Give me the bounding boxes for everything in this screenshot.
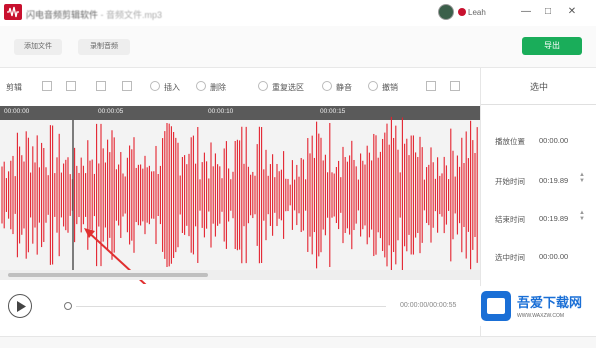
seek-handle[interactable] [64,302,72,310]
play-button[interactable] [8,294,32,318]
end-time-label: 结束时间 [495,215,525,224]
transport-bar: 00:00:00/00:00:55 [0,284,480,328]
watermark-title: 吾爱下载网 [517,295,583,310]
tool-insert[interactable]: 插入 [164,82,180,93]
divider [481,104,596,105]
zoom-out-icon[interactable] [450,81,460,91]
mute-icon [322,81,332,91]
repeat-icon [258,81,268,91]
window-title: 闪电音频剪辑软件 - 音频文件.mp3 [26,10,163,20]
end-time-field[interactable]: 00:19.89 [539,214,568,223]
undo-icon[interactable] [42,81,52,91]
watermark-logo-icon [481,291,511,321]
record-audio-button[interactable]: 录制音频 [78,39,130,55]
play-icon [17,301,26,312]
close-button[interactable]: ✕ [566,6,578,18]
start-time-field[interactable]: 00:19.89 [539,176,568,185]
delete-icon [196,81,206,91]
time-ruler[interactable]: 00:00:00 00:00:05 00:00:10 00:00:15 [0,106,480,120]
waveform[interactable] [0,116,480,319]
start-time-stepper[interactable]: ▲ ▼ [579,172,587,184]
bottom-bar [0,336,596,348]
ruler-label: 00:00:10 [208,108,234,115]
play-position-label: 播放位置 [495,137,525,146]
maximize-button[interactable]: □ [542,6,554,18]
user-avatar[interactable] [438,4,454,20]
export-button[interactable]: 导出 [522,37,582,55]
horizontal-scrollbar[interactable] [0,270,480,280]
tool-repeat-selection[interactable]: 重复选区 [272,82,304,93]
main-toolbar: 添加文件 录制音频 导出 [0,26,596,68]
user-name[interactable]: Leah [468,8,486,17]
panel-title: 选中 [529,82,548,92]
tool-undo[interactable]: 撤销 [382,82,398,93]
redo-icon[interactable] [66,81,76,91]
insert-icon [150,81,160,91]
seek-track[interactable] [76,306,386,307]
ruler-label: 00:00:15 [320,108,346,115]
tool-cut[interactable]: 剪辑 [6,82,22,93]
vip-badge-icon [458,8,466,16]
play-position-value: 00:00.00 [539,136,569,145]
app-logo-icon [4,4,22,20]
watermark-subtitle: WWW.WAXZW.COM [517,313,565,319]
waveform-area[interactable] [0,116,480,319]
tool-delete[interactable]: 删除 [210,82,226,93]
time-readout: 00:00:00/00:00:55 [400,302,457,309]
ruler-label: 00:00:00 [4,108,30,115]
history-icon [368,81,378,91]
start-time-label: 开始时间 [495,177,525,186]
add-file-button[interactable]: 添加文件 [14,39,62,55]
site-watermark: 吾爱下载网 WWW.WAXZW.COM [477,286,593,326]
crop-icon[interactable] [122,81,132,91]
zoom-in-icon[interactable] [426,81,436,91]
selected-time-label: 选中时间 [495,253,525,262]
end-time-stepper[interactable]: ▲ ▼ [579,210,587,222]
tool-mute[interactable]: 静音 [336,82,352,93]
scrollbar-thumb[interactable] [8,273,208,277]
minimize-button[interactable]: — [520,6,532,18]
selected-time-value: 00:00.00 [539,252,569,261]
title-bar: 闪电音频剪辑软件 - 音频文件.mp3 Leah — □ ✕ [0,0,596,26]
copy-icon[interactable] [96,81,106,91]
edit-toolbar: 剪辑 插入 删除 重复选区 静音 撤销 [0,68,480,106]
ruler-label: 00:00:05 [98,108,124,115]
